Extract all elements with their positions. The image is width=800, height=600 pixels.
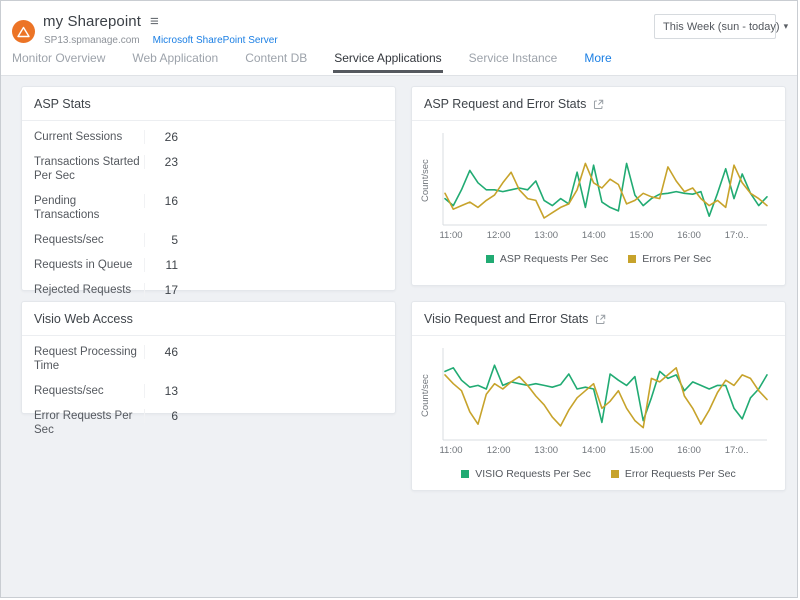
asp-stats-title: ASP Stats [22,87,395,121]
tab-content-db[interactable]: Content DB [244,48,308,73]
stat-value: 6 [144,409,178,423]
legend-swatch-icon [611,470,619,478]
stat-value: 13 [144,384,178,398]
stat-value: 26 [144,130,178,144]
visio-web-access-table: Request Processing Time46Requests/sec13E… [22,336,395,448]
asp-chart-title-text: ASP Request and Error Stats [424,97,586,111]
visio-web-access-panel: Visio Web Access Request Processing Time… [21,301,396,414]
stat-label: Request Processing Time [34,345,144,373]
tab-service-instance[interactable]: Service Instance [468,48,559,73]
stat-label: Requests/sec [34,384,144,398]
tab-bar: Monitor Overview Web Application Content D… [1,48,797,75]
visio-chart-legend: VISIO Requests Per Sec Error Requests Per… [412,468,785,480]
table-row: Current Sessions26 [34,124,383,149]
external-link-icon[interactable] [593,99,604,110]
warning-triangle-icon [17,26,30,38]
svg-text:13:00: 13:00 [534,230,558,241]
legend-label: Error Requests Per Sec [625,468,736,480]
stat-label: Requests in Queue [34,258,144,272]
svg-text:12:00: 12:00 [487,445,511,456]
svg-text:11:00: 11:00 [439,230,462,241]
monitor-status-avatar [12,20,35,43]
asp-line-chart: 11:00 12:00 13:00 14:00 15:00 16:00 17:0.. [433,129,771,245]
svg-text:11:00: 11:00 [439,445,462,456]
svg-text:13:00: 13:00 [534,445,558,456]
stat-value: 17 [144,283,178,297]
stat-label: Rejected Requests [34,283,144,297]
monitor-host: SP13.spmanage.com [44,35,140,46]
visio-chart-title-text: Visio Request and Error Stats [424,312,588,326]
legend-item-visio-requests-per-sec[interactable]: VISIO Requests Per Sec [461,468,591,480]
time-range-value: This Week (sun - today) [663,21,780,33]
server-type-link[interactable]: Microsoft SharePoint Server [153,35,278,46]
svg-text:17:0..: 17:0.. [725,445,749,456]
stat-value: 46 [144,345,178,359]
legend-swatch-icon [628,255,636,263]
svg-text:14:00: 14:00 [582,230,606,241]
table-row: Pending Transactions16 [34,188,383,227]
header: my Sharepoint ≡ SP13.spmanage.com Micros… [1,1,797,76]
stat-value: 23 [144,155,178,169]
stat-value: 11 [144,258,178,272]
stat-label: Transactions Started Per Sec [34,155,144,183]
asp-chart-ylabel: Count/sec [418,133,433,229]
dashboard-screen: my Sharepoint ≡ SP13.spmanage.com Micros… [0,0,798,598]
stat-label: Pending Transactions [34,194,144,222]
menu-icon[interactable]: ≡ [150,14,159,29]
legend-label: ASP Requests Per Sec [500,253,608,265]
visio-chart-body: Count/sec 11:00 12:00 13:00 14:00 15:00 16:00… [412,336,785,460]
svg-text:12:00: 12:00 [487,230,511,241]
svg-text:16:00: 16:00 [677,445,701,456]
stat-label: Requests/sec [34,233,144,247]
asp-chart-legend: ASP Requests Per Sec Errors Per Sec [412,253,785,265]
asp-chart-body: Count/sec 11:00 12:00 13:00 14:00 15:00 16:00… [412,121,785,245]
svg-text:15:00: 15:00 [630,445,654,456]
tab-web-application[interactable]: Web Application [131,48,219,73]
external-link-icon[interactable] [595,314,606,325]
visio-chart-ylabel: Count/sec [418,348,433,444]
visio-request-error-chart-panel: Visio Request and Error Stats Count/sec … [411,301,786,491]
visio-chart-title: Visio Request and Error Stats [412,302,785,336]
stat-label: Error Requests Per Sec [34,409,144,437]
stat-label: Current Sessions [34,130,144,144]
table-row: Error Requests Per Sec6 [34,403,383,442]
visio-web-access-title: Visio Web Access [22,302,395,336]
asp-stats-panel: ASP Stats Current Sessions26Transactions… [21,86,396,291]
tab-monitor-overview[interactable]: Monitor Overview [11,48,106,73]
asp-request-error-chart-panel: ASP Request and Error Stats Count/sec 11… [411,86,786,286]
table-row: Request Processing Time46 [34,339,383,378]
time-range-dropdown[interactable]: This Week (sun - today) ▾ [654,14,776,39]
table-row: Requests/sec5 [34,227,383,252]
tab-more[interactable]: More [583,48,612,73]
legend-label: VISIO Requests Per Sec [475,468,591,480]
legend-swatch-icon [486,255,494,263]
svg-text:15:00: 15:00 [630,230,654,241]
table-row: Rejected Requests17 [34,277,383,302]
visio-line-chart: 11:00 12:00 13:00 14:00 15:00 16:00 17:0.. [433,344,771,460]
asp-chart-title: ASP Request and Error Stats [412,87,785,121]
table-row: Transactions Started Per Sec23 [34,149,383,188]
legend-label: Errors Per Sec [642,253,711,265]
svg-text:17:0..: 17:0.. [725,230,749,241]
stat-value: 16 [144,194,178,208]
page-title: my Sharepoint [43,13,141,30]
stat-value: 5 [144,233,178,247]
chevron-down-icon: ▾ [784,21,789,32]
tab-service-applications[interactable]: Service Applications [333,48,442,73]
legend-item-error-requests-per-sec[interactable]: Error Requests Per Sec [611,468,736,480]
legend-item-errors-per-sec[interactable]: Errors Per Sec [628,253,711,265]
legend-item-asp-requests-per-sec[interactable]: ASP Requests Per Sec [486,253,608,265]
svg-text:16:00: 16:00 [677,230,701,241]
table-row: Requests/sec13 [34,378,383,403]
table-row: Requests in Queue11 [34,252,383,277]
svg-text:14:00: 14:00 [582,445,606,456]
legend-swatch-icon [461,470,469,478]
